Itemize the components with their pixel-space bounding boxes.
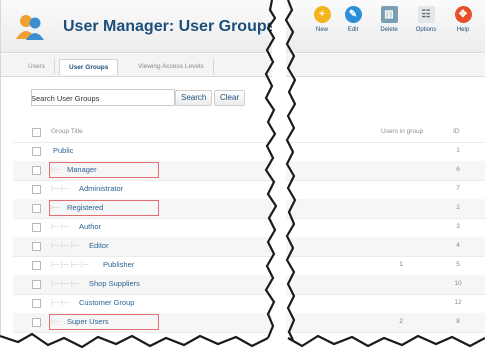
row-checkbox[interactable] bbox=[32, 185, 41, 194]
filter-bar: Search User Groups Search Clear bbox=[13, 86, 273, 111]
group-id: 1 bbox=[456, 147, 460, 154]
edit-icon: ✎ bbox=[344, 6, 362, 23]
new-icon: + bbox=[313, 6, 331, 23]
edit-button[interactable]: ✎ Edit bbox=[339, 6, 367, 33]
row-checkbox[interactable] bbox=[32, 242, 41, 251]
table-row: |— |— |— |— Publisher bbox=[13, 256, 273, 276]
row-checkbox[interactable] bbox=[32, 166, 41, 175]
row-checkbox[interactable] bbox=[32, 318, 41, 327]
tree-indent: |— |— bbox=[51, 299, 70, 306]
row-checkbox[interactable] bbox=[32, 204, 41, 213]
users-in-group-count: 1 bbox=[399, 261, 403, 268]
options-icon: ☷ bbox=[417, 6, 435, 23]
users-in-group-count: 2 bbox=[399, 318, 403, 325]
new-button[interactable]: + New bbox=[308, 6, 336, 33]
table-row: |— |— |— Editor bbox=[13, 237, 273, 257]
help-icon: ✥ bbox=[454, 6, 472, 23]
table-row-right: 2 bbox=[286, 199, 485, 219]
row-checkbox[interactable] bbox=[32, 261, 41, 270]
group-title-link[interactable]: Editor bbox=[89, 241, 109, 250]
group-id: 12 bbox=[454, 299, 462, 306]
table-row-right: 7 bbox=[286, 180, 485, 200]
group-title-link[interactable]: Shop Suppliers bbox=[89, 279, 140, 288]
clear-button[interactable]: Clear bbox=[214, 90, 246, 106]
new-label: New bbox=[315, 27, 328, 33]
toolbar: + New ✎ Edit ▥ Delete ☷ Options ✥ Help bbox=[286, 0, 485, 53]
tab-viewing-access-levels[interactable]: Viewing Access Levels bbox=[129, 59, 214, 74]
table-row: |— |— |— Shop Suppliers bbox=[13, 275, 273, 295]
row-checkbox[interactable] bbox=[32, 223, 41, 232]
table-row: |— |— Administrator bbox=[13, 180, 273, 200]
user-manager-logo-icon bbox=[16, 15, 44, 40]
group-title-link[interactable]: Public bbox=[53, 146, 73, 155]
select-all-checkbox[interactable] bbox=[32, 128, 41, 137]
right-panel: + New ✎ Edit ▥ Delete ☷ Options ✥ Help U… bbox=[286, 0, 485, 338]
group-id: 4 bbox=[456, 242, 460, 249]
column-header-users-in-group[interactable]: Users in group bbox=[381, 128, 423, 135]
help-label: Help bbox=[456, 27, 470, 33]
table-row-right: 4 bbox=[286, 237, 485, 257]
group-title-link[interactable]: Author bbox=[79, 222, 101, 231]
tree-indent: |— |— |— bbox=[51, 280, 80, 287]
table-row: |— |— Customer Group bbox=[13, 294, 273, 314]
tab-users[interactable]: Users bbox=[19, 59, 55, 74]
tree-indent: |— |— |— bbox=[51, 242, 80, 249]
table-row: |— Registered bbox=[13, 199, 273, 219]
edit-label: Edit bbox=[347, 27, 359, 33]
help-button[interactable]: ✥ Help bbox=[449, 6, 477, 33]
tab-bar-continued bbox=[286, 54, 485, 77]
group-id: 3 bbox=[456, 223, 460, 230]
search-input[interactable] bbox=[31, 89, 175, 106]
group-title-link[interactable]: Administrator bbox=[79, 184, 123, 193]
table-row-right: 15 bbox=[286, 256, 485, 276]
options-label: Options bbox=[415, 27, 437, 33]
highlight-box bbox=[49, 314, 159, 330]
table-row-right: 10 bbox=[286, 275, 485, 295]
table-row: |— Manager bbox=[13, 161, 273, 181]
table-row: Public bbox=[13, 142, 273, 162]
table-row: |— Super Users bbox=[13, 313, 273, 333]
group-title-link[interactable]: Customer Group bbox=[79, 298, 134, 307]
table-row-right: 1 bbox=[286, 142, 485, 162]
delete-label: Delete bbox=[380, 27, 398, 33]
table-row-right: 6 bbox=[286, 161, 485, 181]
tree-indent: |— |— bbox=[51, 223, 70, 230]
highlight-box bbox=[49, 200, 159, 216]
search-button[interactable]: Search bbox=[175, 90, 213, 106]
table-row-right: 28 bbox=[286, 313, 485, 333]
highlight-box bbox=[49, 162, 159, 178]
group-id: 6 bbox=[456, 166, 460, 173]
row-checkbox[interactable] bbox=[32, 299, 41, 308]
column-header-id[interactable]: ID bbox=[453, 128, 460, 135]
tab-bar: Users User Groups Viewing Access Levels bbox=[1, 54, 273, 77]
group-id: 10 bbox=[454, 280, 462, 287]
tab-user-groups[interactable]: User Groups bbox=[59, 59, 119, 75]
group-id: 2 bbox=[456, 204, 460, 211]
table-header-row: Group Title bbox=[13, 123, 273, 143]
left-panel: User Manager: User Groups Users User Gro… bbox=[0, 0, 273, 338]
row-checkbox[interactable] bbox=[32, 147, 41, 156]
table-row: |— |— Author bbox=[13, 218, 273, 238]
group-id: 5 bbox=[456, 261, 460, 268]
column-header-group-title[interactable]: Group Title bbox=[51, 128, 83, 135]
tree-indent: |— |— |— |— bbox=[51, 261, 90, 268]
group-id: 8 bbox=[456, 318, 460, 325]
row-checkbox[interactable] bbox=[32, 280, 41, 289]
group-id: 7 bbox=[456, 185, 460, 192]
table-row-right: 3 bbox=[286, 218, 485, 238]
table-header-row-right: Users in group ID bbox=[286, 123, 485, 143]
delete-icon: ▥ bbox=[380, 6, 398, 23]
tree-indent: |— |— bbox=[51, 185, 70, 192]
group-title-link[interactable]: Publisher bbox=[103, 260, 134, 269]
table-row-right: 12 bbox=[286, 294, 485, 314]
options-button[interactable]: ☷ Options bbox=[412, 6, 440, 33]
page-title: User Manager: User Groups bbox=[63, 18, 273, 35]
delete-button[interactable]: ▥ Delete bbox=[375, 6, 403, 33]
page-header: User Manager: User Groups bbox=[1, 0, 273, 53]
